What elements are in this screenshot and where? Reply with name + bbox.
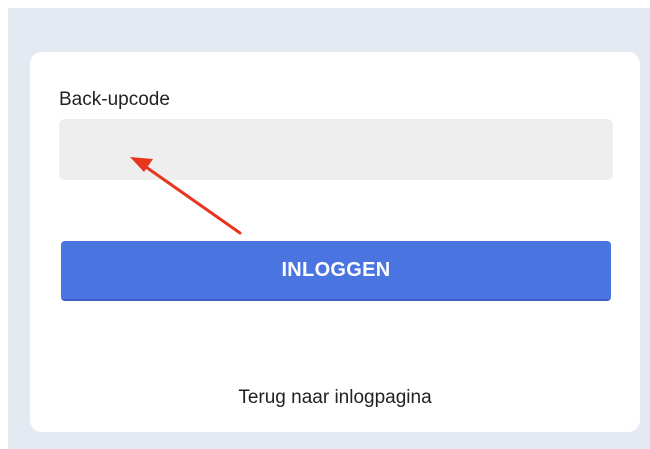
login-card: Back-upcode INLOGGEN Terug naar inlogpag… — [30, 52, 640, 432]
back-to-login-link[interactable]: Terug naar inlogpagina — [30, 386, 640, 410]
backup-code-input[interactable] — [59, 119, 613, 180]
backup-code-label: Back-upcode — [59, 89, 170, 110]
login-button[interactable]: INLOGGEN — [61, 241, 611, 301]
